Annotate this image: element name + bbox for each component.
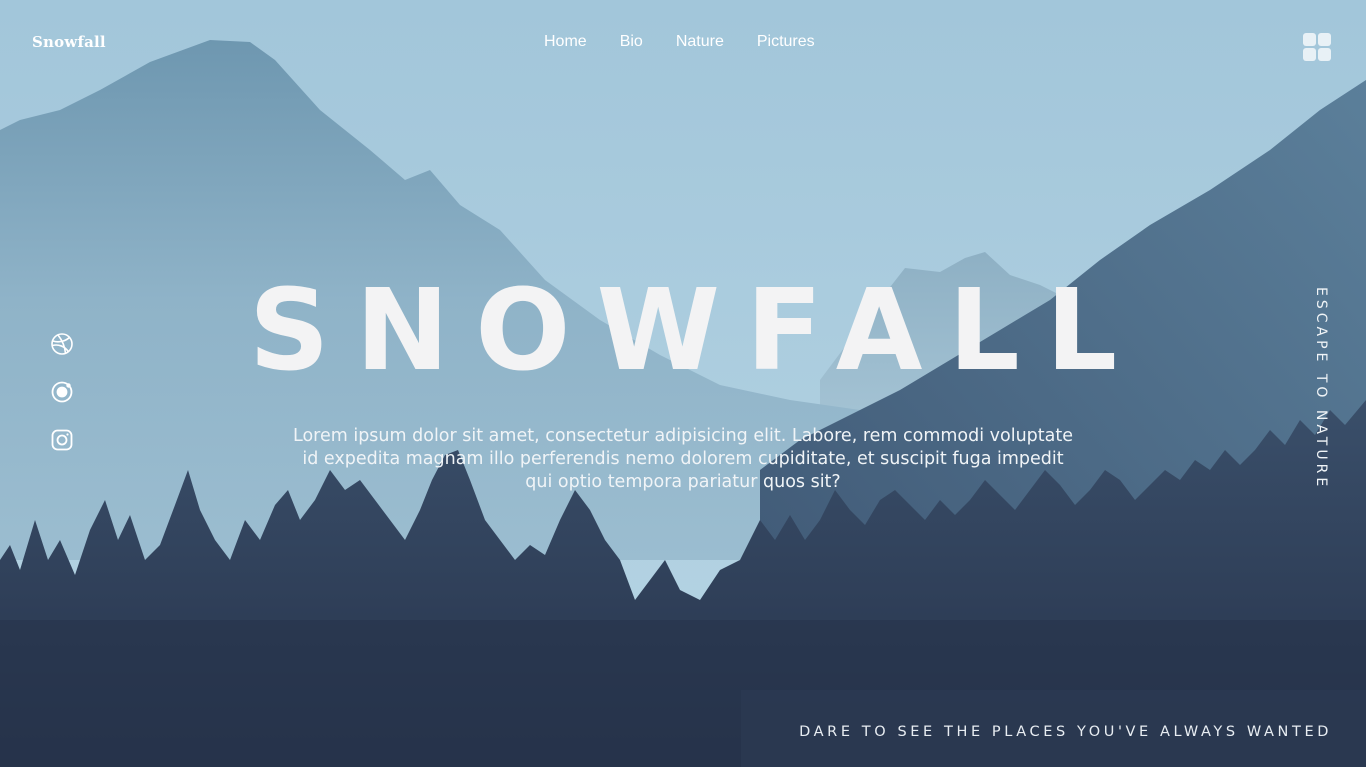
nav-item-bio[interactable]: Bio [620,33,643,51]
bottom-banner: DARE TO SEE THE PLACES YOU'VE ALWAYS WAN… [741,690,1366,767]
grid-cell [1303,33,1316,46]
nav-item-pictures[interactable]: Pictures [757,33,815,51]
nav-item-home[interactable]: Home [544,33,587,51]
brand-logo[interactable]: Snowfall [32,33,106,51]
grid-cell [1303,48,1316,61]
hero-description: Lorem ipsum dolor sit amet, consectetur … [293,426,1074,492]
nav-item-nature[interactable]: Nature [676,33,724,51]
grid-cell [1318,48,1331,61]
hero-title: SNOWFALL [248,266,1144,396]
side-tagline: ESCAPE TO NATURE [1313,287,1329,491]
grid-cell [1318,33,1331,46]
grid-menu-icon[interactable] [1303,33,1333,63]
main-nav: Home Bio Nature Pictures [544,33,815,51]
bottom-banner-text: DARE TO SEE THE PLACES YOU'VE ALWAYS WAN… [799,724,1332,740]
instagram-icon[interactable] [50,428,74,452]
